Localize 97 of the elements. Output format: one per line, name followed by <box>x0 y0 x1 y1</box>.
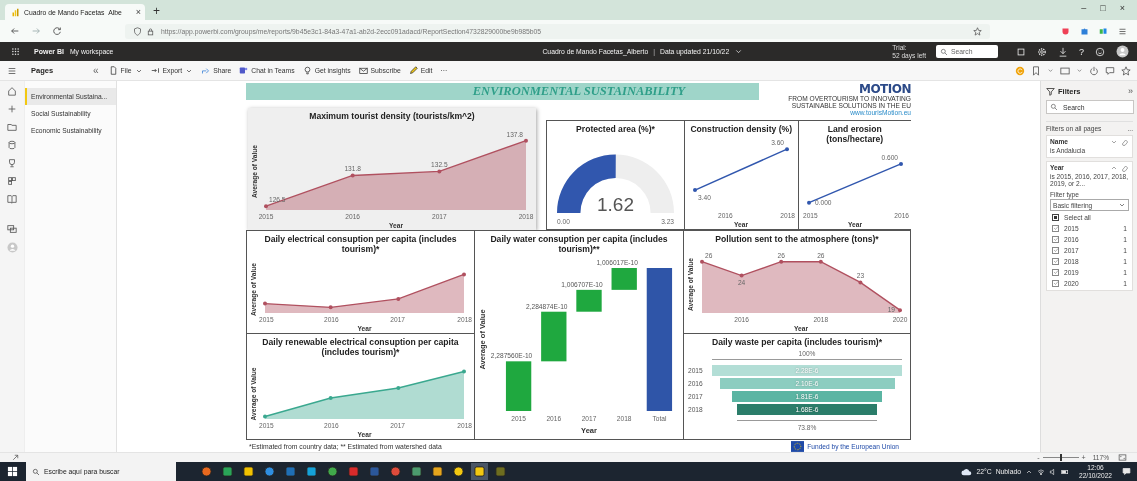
search-icon <box>940 47 948 56</box>
shield-icon[interactable] <box>133 26 142 36</box>
envelope-icon <box>358 66 368 75</box>
chat-icon[interactable] <box>7 224 17 234</box>
search-icon <box>1050 103 1058 111</box>
taskbar-app-icon[interactable] <box>264 466 275 477</box>
checkbox[interactable] <box>1052 213 1059 221</box>
data-point <box>524 138 528 143</box>
chart-title: Maximum tourist density (tourists/km^2) <box>308 110 476 121</box>
chart-title: Pollution sent to the atmosphere (tons)* <box>714 233 880 244</box>
notification-icon[interactable] <box>1122 467 1131 476</box>
new-tab-button[interactable]: + <box>153 4 160 18</box>
checkbox[interactable] <box>1052 279 1059 287</box>
trophy-icon[interactable] <box>7 158 17 168</box>
taskbar-app-icon[interactable] <box>474 466 485 477</box>
chevron-down-icon[interactable] <box>734 47 744 56</box>
database-icon[interactable] <box>7 140 17 150</box>
data-point <box>437 169 442 174</box>
chart-title: Daily water consuption per capita (includes tourism)** <box>489 233 669 254</box>
view-icon[interactable] <box>1060 65 1070 76</box>
checkbox[interactable] <box>1052 235 1059 243</box>
share-icon <box>201 66 211 75</box>
collapse-button[interactable]: « <box>93 65 99 76</box>
favorite-icon[interactable] <box>1121 65 1131 76</box>
taskbar-app-icon[interactable] <box>411 466 422 477</box>
minimize-button[interactable]: – <box>1081 3 1087 13</box>
lightbulb-icon <box>302 66 312 75</box>
data-point <box>898 308 902 313</box>
start-icon[interactable] <box>7 466 18 477</box>
logo-text: MOTION <box>858 83 911 95</box>
smiley-icon[interactable] <box>1095 46 1105 57</box>
chart-title: Land erosion (tons/hectare) <box>825 123 885 144</box>
bookmark-icon[interactable] <box>1031 65 1041 76</box>
data-point <box>858 280 863 285</box>
checkbox[interactable] <box>1052 257 1059 265</box>
banner-title: ENVIRONMENTAL SUSTAINABILITY <box>472 84 686 99</box>
chart-title: Protected area (%)* <box>575 123 656 134</box>
slider-thumb[interactable] <box>1059 454 1062 461</box>
taskbar-app-icon[interactable] <box>243 466 254 477</box>
taskbar-app-icon[interactable] <box>432 466 443 477</box>
data-point <box>779 259 784 264</box>
home-icon[interactable] <box>7 86 17 96</box>
book-icon[interactable] <box>7 194 17 204</box>
taskbar-app-icon[interactable] <box>453 466 464 477</box>
maximize-button[interactable]: □ <box>1100 3 1106 13</box>
comment-icon[interactable] <box>1105 65 1115 76</box>
create-icon[interactable] <box>7 104 17 114</box>
taskbar-app-icon[interactable] <box>222 466 233 477</box>
data-point <box>264 204 268 209</box>
data-point <box>350 173 355 178</box>
pencil-icon <box>408 66 418 75</box>
eraser-icon[interactable] <box>1121 138 1129 146</box>
chart-title: Daily electrical consuption per capita (includes tourism)* <box>263 233 458 254</box>
close-button[interactable]: × <box>1119 3 1125 13</box>
checkbox[interactable] <box>1052 224 1059 232</box>
bar-chart-icon <box>11 7 20 17</box>
chart-title: Construction density (%) <box>689 123 794 134</box>
battery-icon[interactable] <box>1061 467 1069 476</box>
taskbar-app-icon[interactable] <box>327 466 338 477</box>
folder-icon[interactable] <box>7 122 17 132</box>
data-point <box>739 273 744 278</box>
close-tab-button[interactable]: × <box>135 7 141 17</box>
checkbox[interactable] <box>1052 268 1059 276</box>
avatar-icon[interactable] <box>1116 45 1129 58</box>
checkbox[interactable] <box>1052 246 1059 254</box>
data-point <box>700 259 704 264</box>
document-icon <box>108 66 118 75</box>
back-icon[interactable] <box>10 26 20 36</box>
download-icon[interactable] <box>1058 46 1068 57</box>
fit-page-icon[interactable] <box>1118 453 1127 462</box>
menu-icon[interactable] <box>1118 26 1127 36</box>
chart-title: Daily waste per capita (includes tourism)* <box>711 336 883 347</box>
eraser-icon[interactable] <box>1121 163 1129 172</box>
arrow-icon <box>150 66 160 75</box>
lock-icon[interactable] <box>146 26 155 36</box>
taskbar-app-icon[interactable] <box>201 466 212 477</box>
flag-icon <box>791 440 805 453</box>
filter-icon <box>1046 86 1055 96</box>
collapse-button[interactable]: » <box>1128 86 1133 96</box>
wifi-icon[interactable] <box>1037 467 1045 476</box>
chart-title: Daily renewable electrical consuption per capita (includes tourism)* <box>261 336 460 357</box>
search-icon <box>32 467 40 476</box>
data-point <box>818 259 823 264</box>
help-button[interactable]: ? <box>1079 46 1084 57</box>
star-icon[interactable] <box>973 26 982 36</box>
cloud-icon[interactable] <box>961 466 973 477</box>
apps-icon[interactable] <box>7 176 17 186</box>
speaker-icon[interactable] <box>1049 467 1057 476</box>
menu-icon[interactable] <box>7 65 17 76</box>
taskbar-app-icon[interactable] <box>306 466 317 477</box>
settings-icon[interactable] <box>1037 46 1047 57</box>
reload-icon[interactable] <box>52 26 62 36</box>
expand-icon[interactable] <box>11 453 20 462</box>
app-launcher-icon[interactable] <box>11 47 20 56</box>
extension-icon[interactable] <box>1099 26 1108 36</box>
extension-icon[interactable] <box>1080 26 1089 36</box>
gauge-value: 1.62 <box>597 194 634 215</box>
